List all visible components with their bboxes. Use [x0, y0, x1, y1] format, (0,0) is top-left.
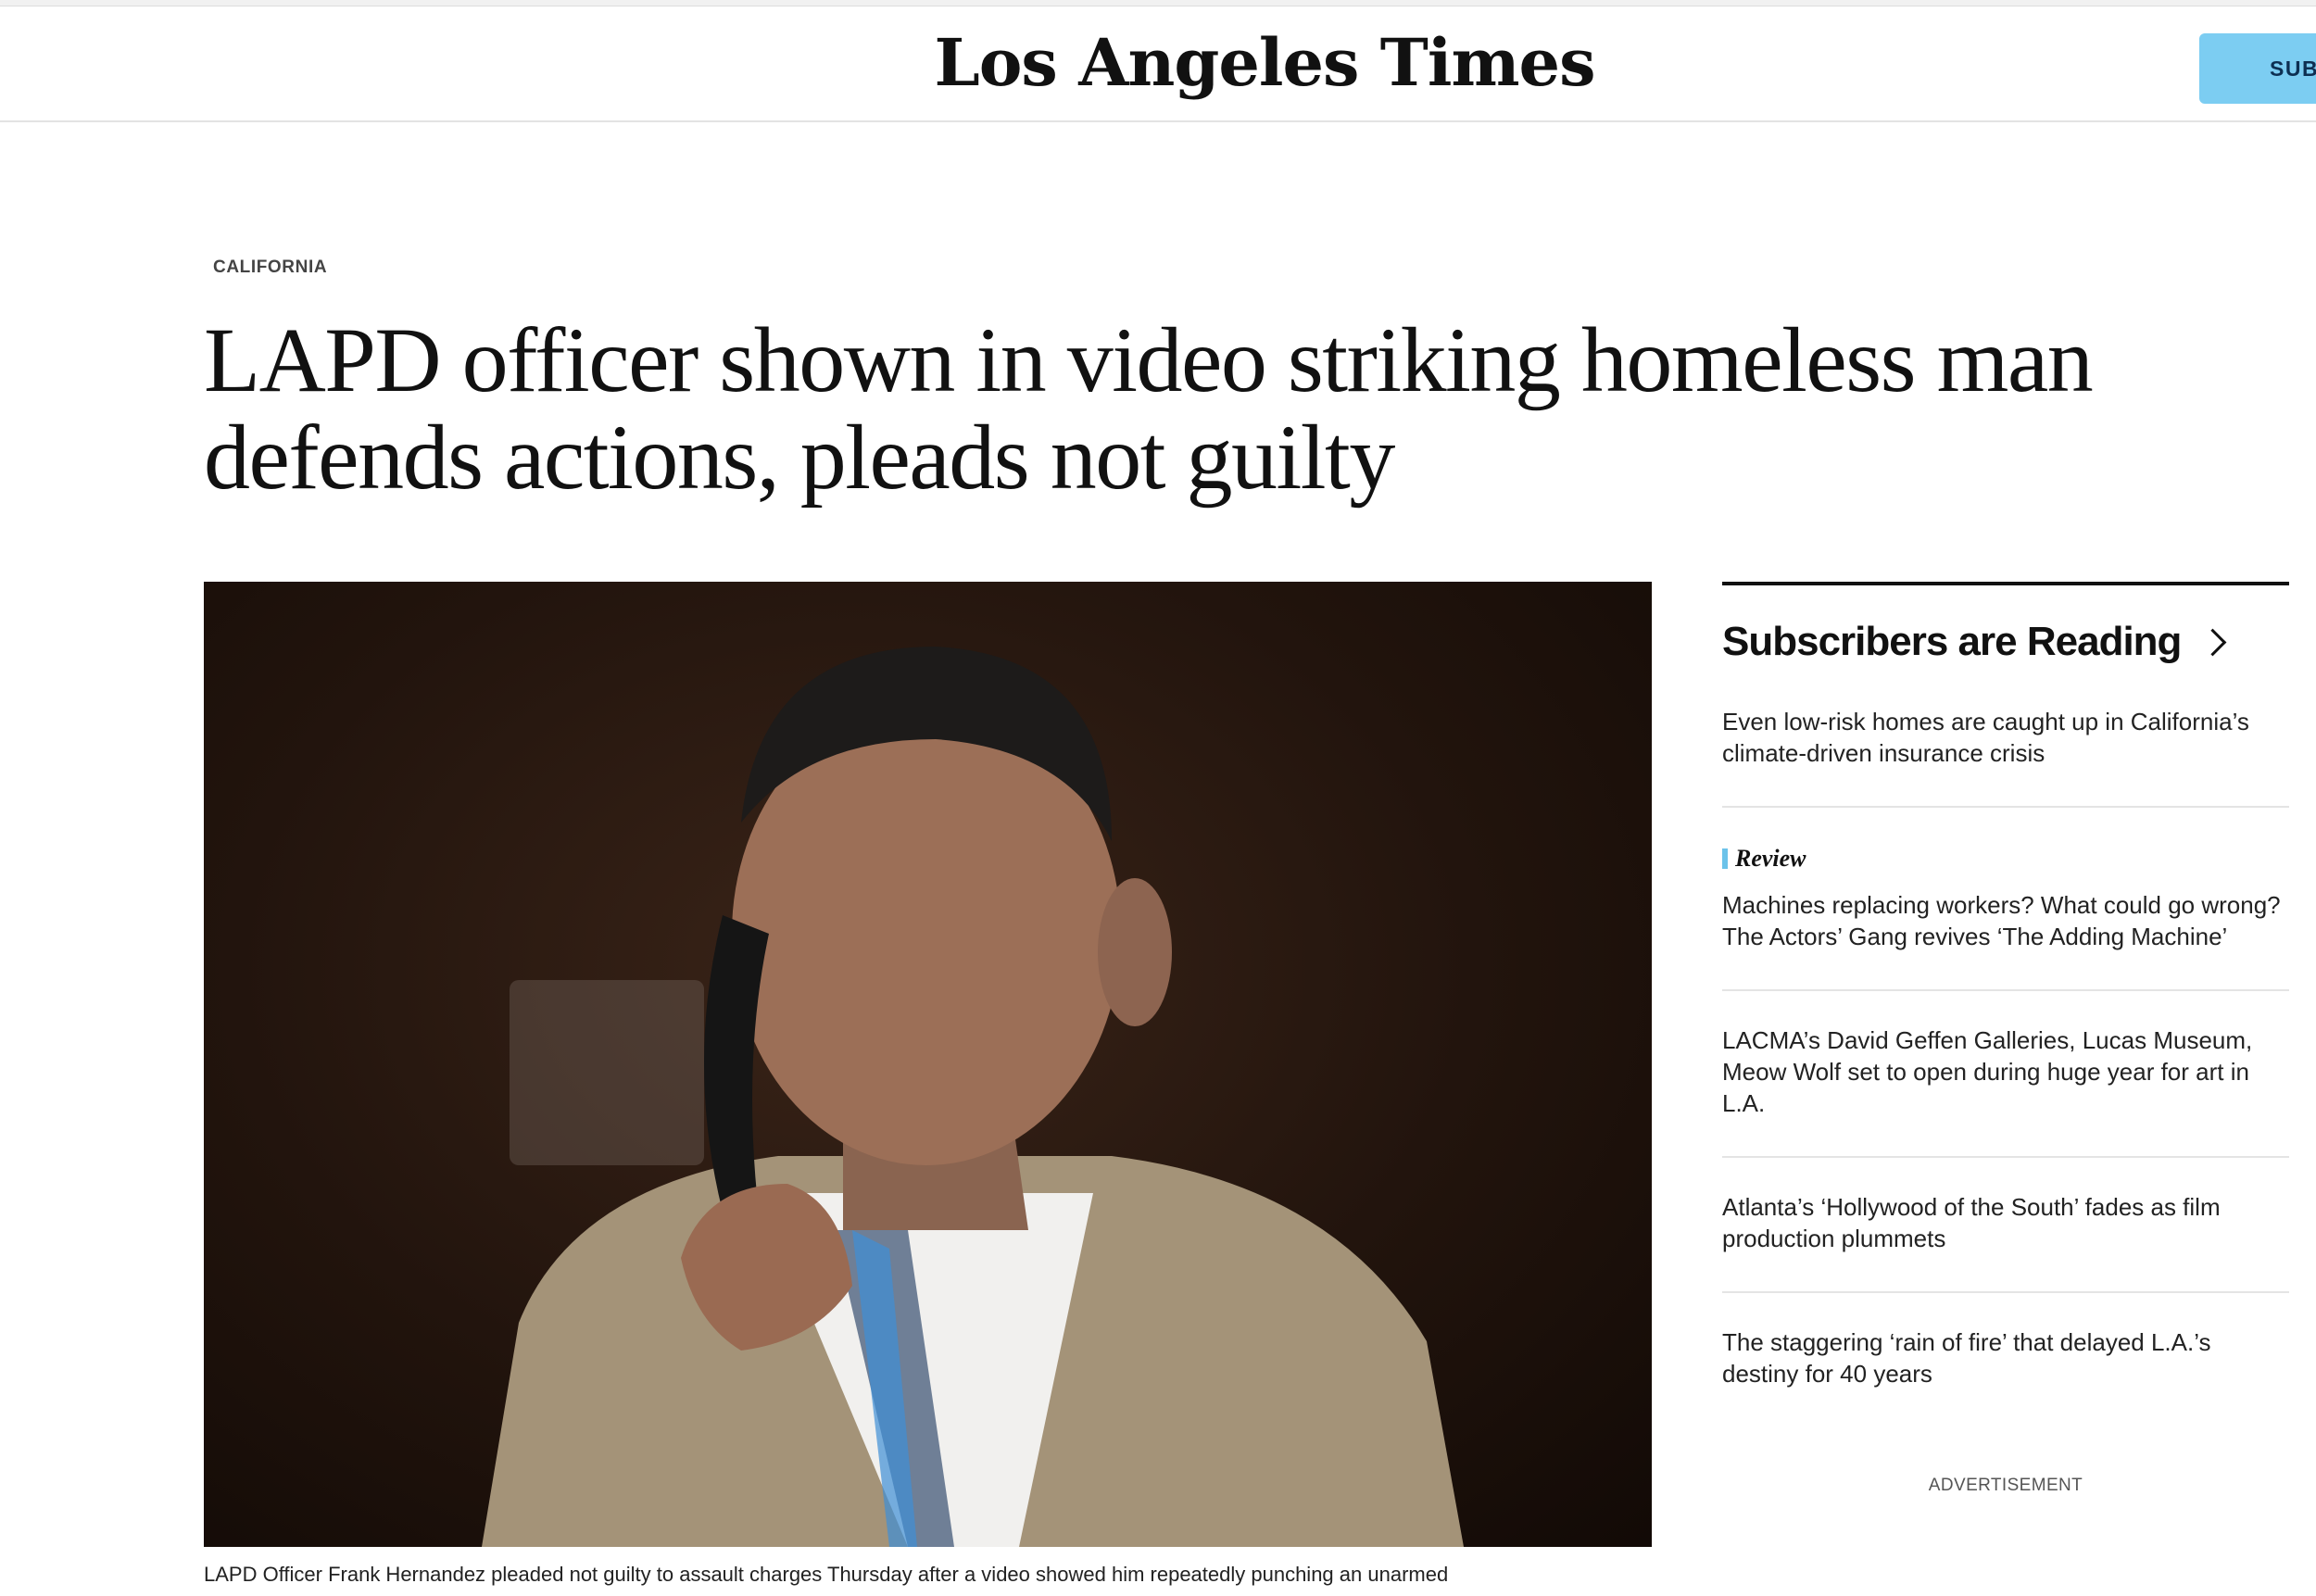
story-link[interactable]: Atlanta’s ‘Hollywood of the South’ fades… [1722, 1191, 2289, 1254]
story-item[interactable]: Atlanta’s ‘Hollywood of the South’ fades… [1722, 1158, 2289, 1293]
photo-caption: LAPD Officer Frank Hernandez pleaded not… [204, 1563, 1449, 1586]
subscribe-button[interactable]: SUB [2199, 33, 2316, 104]
kicker-label: Review [1735, 845, 1806, 872]
kicker-accent-bar [1722, 848, 1728, 869]
article-headline: LAPD officer shown in video striking hom… [204, 308, 2094, 509]
sidebar-top-rule [1722, 582, 2289, 585]
sidebar-title: Subscribers are Reading [1722, 619, 2182, 664]
section-label[interactable]: CALIFORNIA [213, 258, 327, 278]
story-link[interactable]: Even low-risk homes are caught up in Cal… [1722, 706, 2289, 769]
story-link[interactable]: Machines replacing workers? What could g… [1722, 889, 2289, 952]
story-link[interactable]: The staggering ‘rain of fire’ that delay… [1722, 1326, 2289, 1389]
story-item[interactable]: Review Machines replacing workers? What … [1722, 808, 2289, 991]
story-item[interactable]: The staggering ‘rain of fire’ that delay… [1722, 1293, 2289, 1426]
site-header: Los Angeles Times SUB [0, 7, 2316, 122]
officer-photo-illustration [482, 647, 1464, 1547]
subscribers-reading-sidebar: Subscribers are Reading Even low-risk ho… [1722, 582, 2289, 1426]
advertisement-label: ADVERTISEMENT [1928, 1476, 2083, 1495]
chevron-right-icon [2199, 628, 2227, 656]
story-item[interactable]: Even low-risk homes are caught up in Cal… [1722, 706, 2289, 808]
story-item[interactable]: LACMA’s David Geffen Galleries, Lucas Mu… [1722, 991, 2289, 1158]
hero-photo [204, 582, 1652, 1547]
browser-top-edge [0, 0, 2316, 6]
story-kicker: Review [1722, 845, 2289, 873]
masthead-logo[interactable]: Los Angeles Times [926, 24, 1603, 101]
sidebar-title-link[interactable]: Subscribers are Reading [1722, 619, 2289, 665]
story-link[interactable]: LACMA’s David Geffen Galleries, Lucas Mu… [1722, 1024, 2289, 1119]
